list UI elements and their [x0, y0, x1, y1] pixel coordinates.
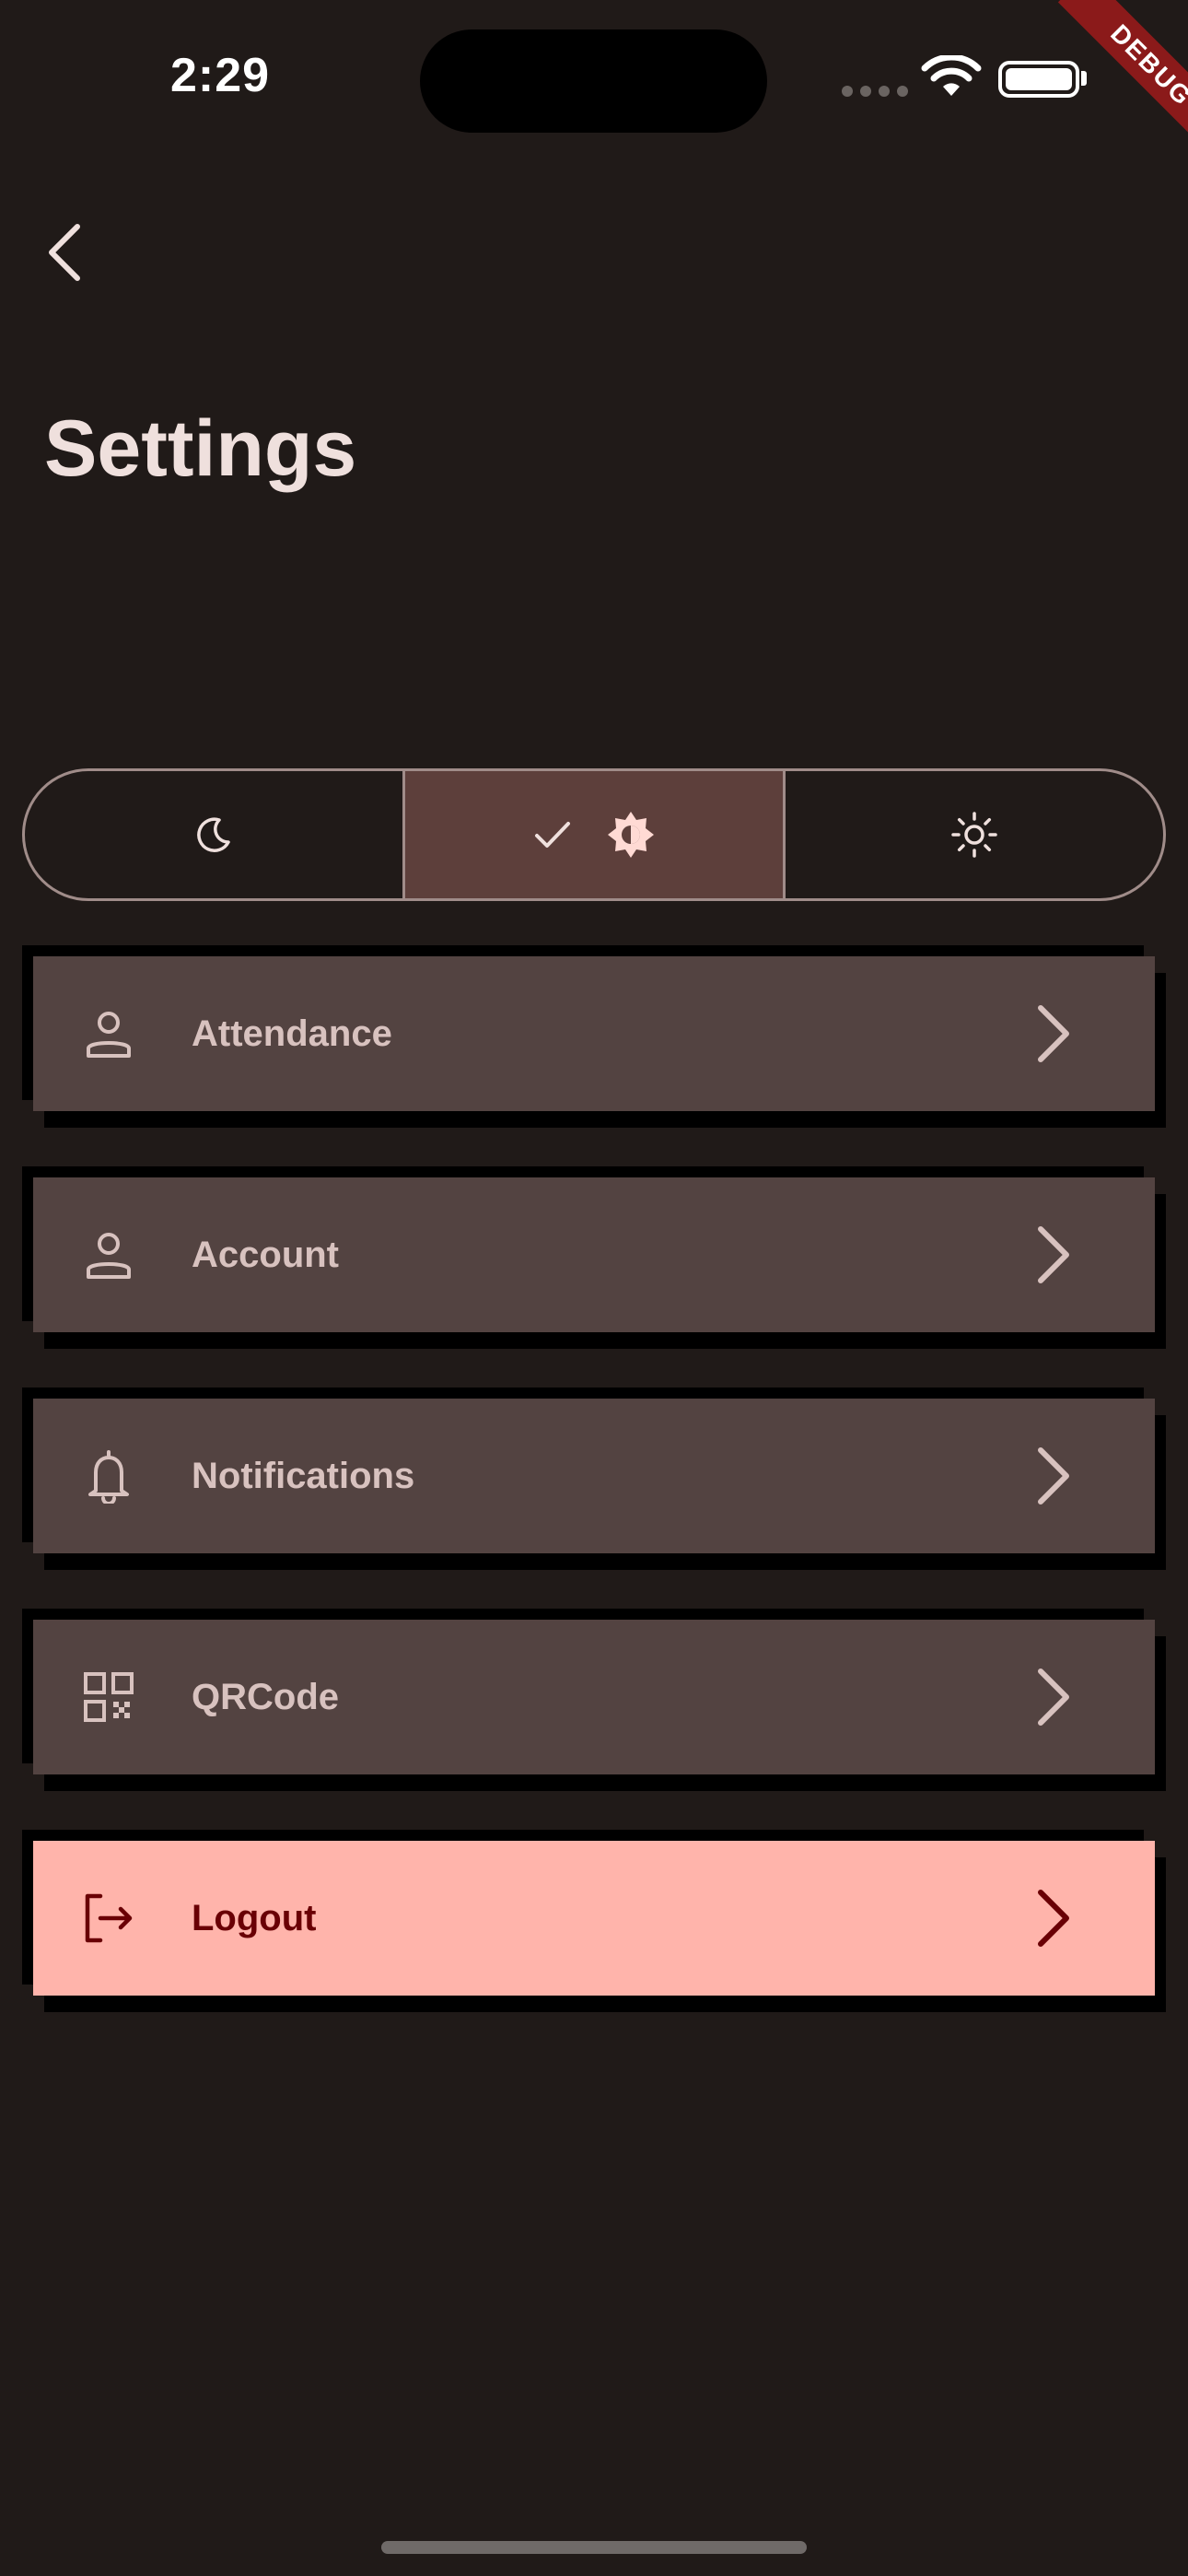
menu-item-label: QRCode — [192, 1676, 339, 1717]
theme-option-system[interactable] — [402, 771, 783, 898]
brightness-auto-icon — [608, 812, 654, 858]
person-icon — [87, 1233, 131, 1279]
moon-icon — [197, 817, 230, 852]
dynamic-island — [420, 29, 767, 133]
chevron-right-icon — [1038, 1447, 1069, 1505]
back-button[interactable] — [37, 217, 92, 287]
page-title: Settings — [44, 404, 357, 493]
chevron-right-icon — [1038, 1890, 1069, 1947]
menu-item-notifications[interactable]: Notifications — [22, 1388, 1166, 1570]
theme-option-light[interactable] — [783, 771, 1163, 898]
menu-item-label: Account — [192, 1234, 339, 1275]
home-indicator[interactable] — [381, 2541, 807, 2554]
theme-option-dark[interactable] — [25, 771, 402, 898]
sun-icon — [951, 812, 997, 858]
debug-banner-label: DEBUG — [1057, 0, 1188, 159]
menu-item-logout[interactable]: Logout — [22, 1830, 1166, 2012]
qr-code-icon — [84, 1672, 134, 1722]
menu-item-account[interactable]: Account — [22, 1166, 1166, 1349]
wifi-icon — [921, 55, 982, 96]
status-time: 2:29 — [170, 49, 271, 102]
menu-item-label: Notifications — [192, 1455, 415, 1496]
menu-item-label: Attendance — [192, 1013, 392, 1054]
menu-item-attendance[interactable]: Attendance — [22, 945, 1166, 1128]
check-icon — [535, 822, 570, 848]
cellular-signal-icon — [842, 86, 908, 97]
chevron-right-icon — [1038, 1005, 1069, 1062]
menu-item-qrcode[interactable]: QRCode — [22, 1609, 1166, 1791]
logout-icon — [85, 1893, 133, 1943]
chevron-right-icon — [1038, 1226, 1069, 1283]
chevron-left-icon — [49, 224, 80, 281]
theme-selector — [22, 768, 1166, 901]
chevron-right-icon — [1038, 1669, 1069, 1726]
debug-banner: DEBUG — [1022, 0, 1188, 166]
person-icon — [87, 1012, 131, 1058]
bell-icon — [88, 1450, 129, 1504]
menu-item-label: Logout — [192, 1897, 317, 1938]
